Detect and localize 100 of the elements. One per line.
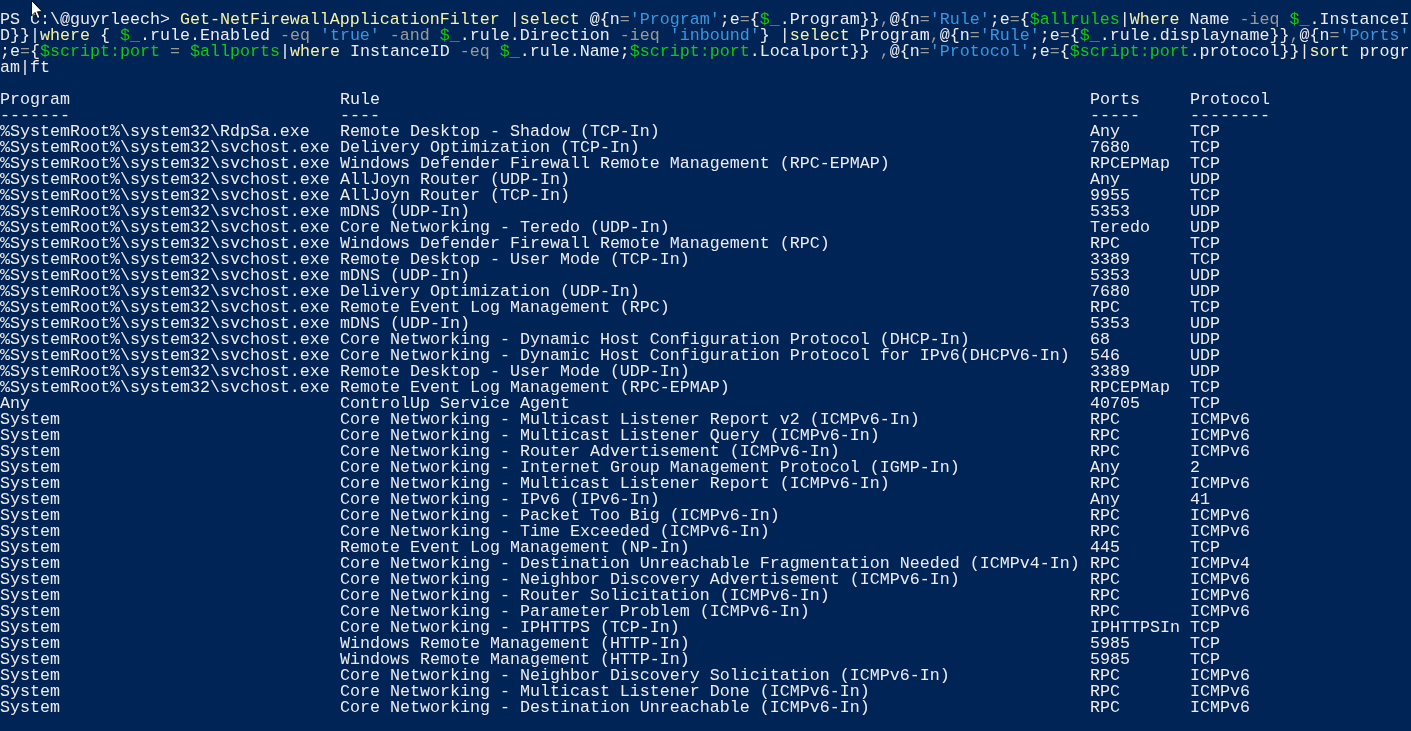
table-cell: Core Networking - Dynamic Host Configuration Protocol for IPv6(DHCPV6-In) <box>340 348 1070 364</box>
table-cell: TCP <box>1190 396 1220 412</box>
table-cell: System <box>0 492 60 508</box>
table-cell: IPHTTPSIn <box>1090 620 1180 636</box>
table-cell: TCP <box>1190 236 1220 252</box>
table-cell: %SystemRoot%\system32\svchost.exe <box>0 156 330 172</box>
table-cell: mDNS (UDP-In) <box>340 204 470 220</box>
table-cell: ICMPv4 <box>1190 556 1250 572</box>
table-cell: RPC <box>1090 700 1120 716</box>
column-header: Program <box>0 92 70 108</box>
table-cell: System <box>0 476 60 492</box>
column-header: Ports <box>1090 92 1140 108</box>
table-cell: ICMPv6 <box>1190 524 1250 540</box>
table-cell: %SystemRoot%\system32\svchost.exe <box>0 252 330 268</box>
table-cell: Core Networking - IPHTTPS (TCP-In) <box>340 620 680 636</box>
header-underline: ------- <box>0 108 70 124</box>
table-cell: System <box>0 588 60 604</box>
table-cell: RPCEPMap <box>1090 380 1170 396</box>
table-cell: System <box>0 524 60 540</box>
table-cell: TCP <box>1190 140 1220 156</box>
table-cell: 445 <box>1090 540 1120 556</box>
table-cell: RPC <box>1090 684 1120 700</box>
table-cell: ICMPv6 <box>1190 412 1250 428</box>
command-line: am|ft <box>0 60 50 76</box>
table-cell: %SystemRoot%\system32\svchost.exe <box>0 172 330 188</box>
table-cell: 7680 <box>1090 140 1130 156</box>
table-cell: 3389 <box>1090 364 1130 380</box>
table-cell: ICMPv6 <box>1190 668 1250 684</box>
table-cell: ICMPv6 <box>1190 508 1250 524</box>
table-cell: UDP <box>1190 332 1220 348</box>
table-cell: System <box>0 572 60 588</box>
table-cell: 41 <box>1190 492 1210 508</box>
table-cell: 546 <box>1090 348 1120 364</box>
table-cell: ICMPv6 <box>1190 572 1250 588</box>
table-cell: Windows Remote Management (HTTP-In) <box>340 652 690 668</box>
table-cell: System <box>0 636 60 652</box>
table-cell: Core Networking - Dynamic Host Configuration Protocol (DHCP-In) <box>340 332 970 348</box>
table-cell: Windows Defender Firewall Remote Management (RPC-EPMAP) <box>340 156 890 172</box>
table-cell: TCP <box>1190 252 1220 268</box>
table-cell: %SystemRoot%\system32\svchost.exe <box>0 364 330 380</box>
table-cell: Core Networking - Neighbor Discovery Solicitation (ICMPv6-In) <box>340 668 950 684</box>
table-cell: Core Networking - Parameter Problem (ICMPv6-In) <box>340 604 810 620</box>
table-cell: System <box>0 556 60 572</box>
table-cell: 68 <box>1090 332 1110 348</box>
table-cell: Core Networking - Router Advertisement (ICMPv6-In) <box>340 444 840 460</box>
table-cell: RPC <box>1090 668 1120 684</box>
table-cell: System <box>0 604 60 620</box>
table-cell: mDNS (UDP-In) <box>340 316 470 332</box>
table-cell: Windows Remote Management (HTTP-In) <box>340 636 690 652</box>
table-cell: ICMPv6 <box>1190 700 1250 716</box>
table-cell: System <box>0 460 60 476</box>
table-cell: 5353 <box>1090 268 1130 284</box>
table-cell: 7680 <box>1090 284 1130 300</box>
table-cell: AllJoyn Router (TCP-In) <box>340 188 570 204</box>
table-cell: Any <box>1090 172 1120 188</box>
table-cell: RPC <box>1090 412 1120 428</box>
table-cell: ICMPv6 <box>1190 476 1250 492</box>
table-cell: RPC <box>1090 236 1120 252</box>
table-cell: %SystemRoot%\system32\svchost.exe <box>0 220 330 236</box>
table-cell: 5985 <box>1090 636 1130 652</box>
table-cell: ICMPv6 <box>1190 428 1250 444</box>
table-cell: RPC <box>1090 556 1120 572</box>
table-cell: TCP <box>1190 188 1220 204</box>
table-cell: %SystemRoot%\system32\svchost.exe <box>0 316 330 332</box>
table-cell: %SystemRoot%\system32\svchost.exe <box>0 236 330 252</box>
table-cell: %SystemRoot%\system32\svchost.exe <box>0 204 330 220</box>
table-cell: TCP <box>1190 124 1220 140</box>
table-cell: %SystemRoot%\system32\svchost.exe <box>0 284 330 300</box>
table-cell: Core Networking - Multicast Listener Report v2 (ICMPv6-In) <box>340 412 920 428</box>
command-line: ;e={$script:port = $allports|where InstanceID -eq $_.rule.Name;$script:port.Localport}} ,@{n='Protocol';e={$script:port.protocol}}|sort progr <box>0 44 1410 60</box>
table-cell: RPC <box>1090 508 1120 524</box>
table-cell: Delivery Optimization (UDP-In) <box>340 284 640 300</box>
column-header: Protocol <box>1190 92 1270 108</box>
table-cell: ICMPv6 <box>1190 444 1250 460</box>
table-cell: Core Networking - Time Exceeded (ICMPv6-In) <box>340 524 770 540</box>
table-cell: %SystemRoot%\system32\svchost.exe <box>0 348 330 364</box>
table-cell: UDP <box>1190 172 1220 188</box>
table-cell: mDNS (UDP-In) <box>340 268 470 284</box>
header-underline: -------- <box>1190 108 1270 124</box>
table-cell: 2 <box>1190 460 1200 476</box>
table-cell: 5985 <box>1090 652 1130 668</box>
table-cell: AllJoyn Router (UDP-In) <box>340 172 570 188</box>
table-cell: 3389 <box>1090 252 1130 268</box>
table-cell: TCP <box>1190 156 1220 172</box>
table-cell: Any <box>1090 460 1120 476</box>
table-cell: TCP <box>1190 540 1220 556</box>
table-cell: UDP <box>1190 284 1220 300</box>
table-cell: %SystemRoot%\system32\svchost.exe <box>0 188 330 204</box>
table-cell: System <box>0 684 60 700</box>
table-cell: Core Networking - Router Solicitation (ICMPv6-In) <box>340 588 830 604</box>
table-cell: Windows Defender Firewall Remote Management (RPC) <box>340 236 830 252</box>
table-cell: %SystemRoot%\system32\svchost.exe <box>0 380 330 396</box>
table-cell: Remote Desktop - User Mode (TCP-In) <box>340 252 690 268</box>
table-cell: TCP <box>1190 620 1220 636</box>
table-cell: System <box>0 428 60 444</box>
table-cell: Any <box>1090 124 1120 140</box>
table-cell: Remote Desktop - User Mode (UDP-In) <box>340 364 690 380</box>
table-cell: RPCEPMap <box>1090 156 1170 172</box>
command-line: D}}|where { $_.rule.Enabled -eq 'true' -and $_.rule.Direction -ieq 'inbound'} |select Program,@{n='Rule';e={$_.rule.displayname}},@{n='Ports' <box>0 28 1410 44</box>
header-underline: ---- <box>340 108 380 124</box>
